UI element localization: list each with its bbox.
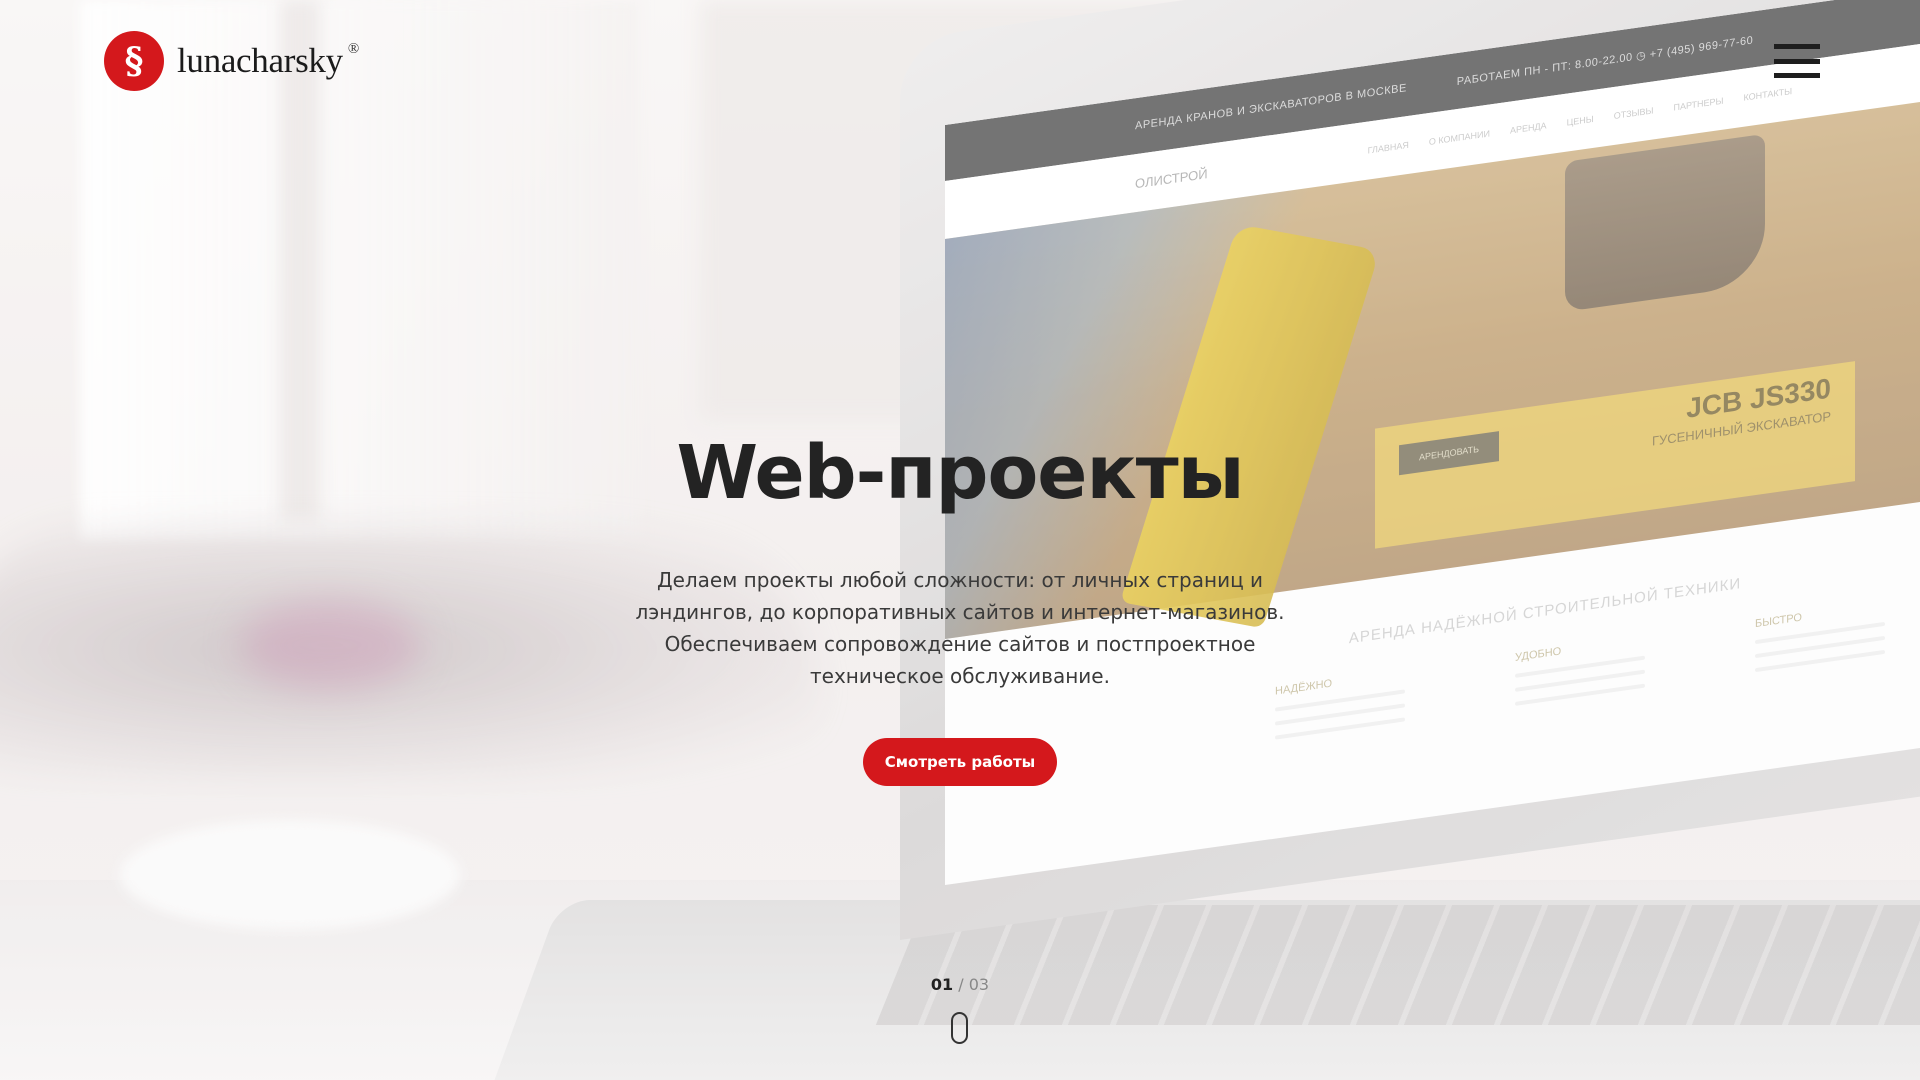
menu-bar xyxy=(1774,73,1820,78)
menu-bar xyxy=(1774,44,1820,49)
slide-counter: 01 / 03 xyxy=(0,975,1920,994)
site-logo[interactable]: § lunacharsky ® xyxy=(104,31,367,91)
slide-separator: / xyxy=(958,975,964,994)
hamburger-icon[interactable] xyxy=(1774,44,1820,78)
hero-title: Web-проекты xyxy=(676,430,1244,516)
menu-bar xyxy=(1774,58,1820,64)
registered-mark: ® xyxy=(347,40,360,57)
hero-section: Web-проекты Делаем проекты любой сложнос… xyxy=(0,430,1920,786)
section-sign-icon: § xyxy=(104,31,164,91)
slide-total: 03 xyxy=(968,975,990,994)
view-works-button[interactable]: Смотреть работы xyxy=(863,738,1057,786)
hero-description: Делаем проекты любой сложности: от личны… xyxy=(635,568,1285,688)
logo-wordmark: lunacharsky xyxy=(177,41,343,80)
slide-current: 01 xyxy=(930,975,954,994)
mouse-scroll-icon[interactable] xyxy=(951,1012,968,1044)
